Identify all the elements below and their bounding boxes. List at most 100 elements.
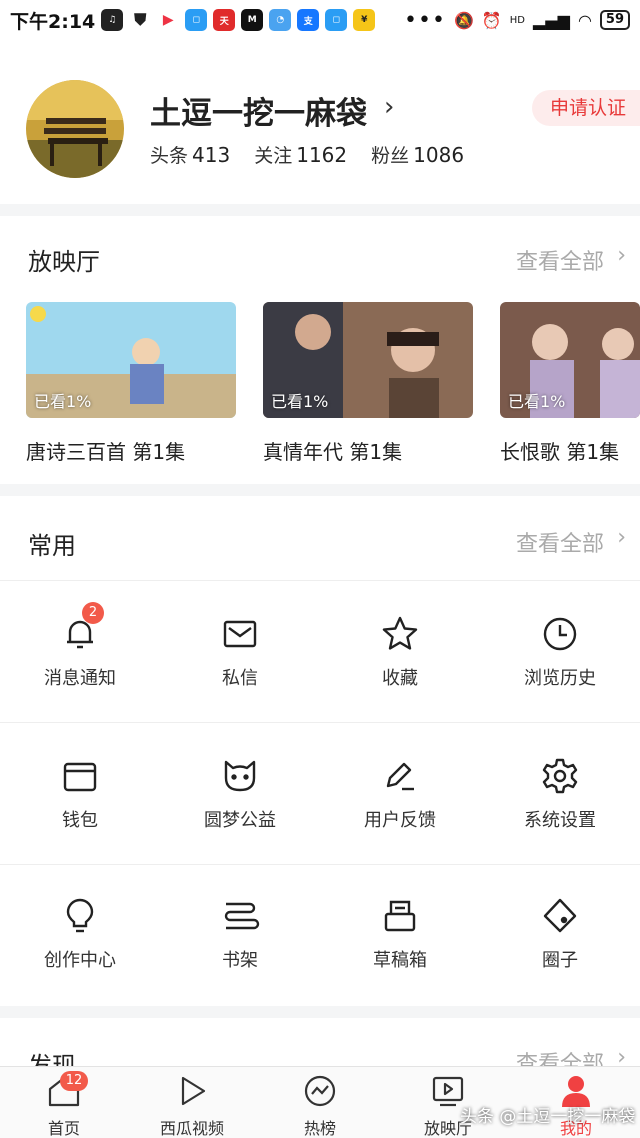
feedback-pen-icon [380, 756, 420, 796]
watch-progress: 已看1% [508, 392, 566, 411]
home-icon: 12 [46, 1071, 88, 1109]
more-notifications-icon: ••• [404, 7, 446, 33]
avatar-bench-image [26, 80, 124, 178]
feedback-item[interactable]: 用户反馈 [320, 756, 480, 832]
watch-progress: 已看1% [34, 392, 92, 411]
status-time: 下午2:14 [10, 10, 96, 33]
video-thumbnail: 已看1% [26, 302, 236, 418]
trending-icon [302, 1073, 338, 1109]
bookshelf-icon [220, 896, 260, 936]
section-title: 常用 [28, 532, 76, 560]
alarm-icon: ⏰ [481, 10, 502, 30]
messages-item[interactable]: 私信 [160, 614, 320, 690]
video-thumbnail: 已看1% [500, 302, 640, 418]
video-thumbnail: 已看1% [263, 302, 473, 418]
section-title: 放映厅 [28, 248, 100, 276]
discover-section: 发现 查看全部 › [0, 1018, 640, 1070]
item-label: 收藏 [382, 668, 418, 689]
signal-icon: ▂▄▆ [533, 10, 570, 30]
username[interactable]: 土逗一挖一麻袋 [150, 88, 367, 133]
item-label: 消息通知 [44, 668, 116, 689]
cinema-section: 放映厅 查看全部 › 已看1% 唐诗三百首 第1集 已看1% 真情年代 第1集 … [0, 216, 640, 484]
common-section: 常用 查看全部 › 2 消息通知 私信 收藏 浏览历史 钱包 圆梦公益 用户反馈… [0, 496, 640, 1006]
avatar[interactable] [26, 80, 124, 178]
item-label: 钱包 [62, 810, 98, 831]
lightbulb-icon [60, 896, 100, 936]
favorites-item[interactable]: 收藏 [320, 614, 480, 690]
item-label: 系统设置 [524, 810, 596, 831]
settings-item[interactable]: 系统设置 [480, 756, 640, 832]
wifi-icon: ◠ [577, 10, 592, 30]
bell-icon: 2 [60, 602, 104, 654]
gear-icon [540, 756, 580, 796]
card-title: 长恨歌 第1集 [500, 440, 620, 464]
watch-progress: 已看1% [271, 392, 329, 411]
star-icon [380, 614, 420, 654]
network-type: HD [509, 14, 526, 26]
stat-following[interactable]: 关注 1162 [254, 141, 347, 168]
play-icon [174, 1073, 210, 1109]
app-notification-icon: ◻ [185, 9, 208, 31]
watermark: 头条 @土逗一挖一麻袋 [460, 1107, 636, 1127]
profile-stats: 头条 413 关注 1162 粉丝 1086 [150, 141, 464, 168]
wallet-item[interactable]: 钱包 [0, 756, 160, 832]
bookshelf-item[interactable]: 书架 [160, 896, 320, 972]
wallet-icon [60, 756, 100, 796]
notifications-item[interactable]: 2 消息通知 [0, 602, 160, 690]
stat-fans[interactable]: 粉丝 1086 [371, 141, 464, 168]
clock-icon [540, 614, 580, 654]
charity-item[interactable]: 圆梦公益 [160, 756, 320, 832]
cinema-card[interactable]: 已看1% 真情年代 第1集 [263, 302, 473, 465]
divider [0, 722, 640, 723]
app-notification-icon: ◔ [269, 9, 292, 31]
tab-label: 首页 [47, 1119, 80, 1138]
chevron-right-icon[interactable]: › [617, 243, 626, 268]
item-label: 圈子 [542, 950, 578, 971]
item-label: 书架 [222, 950, 258, 971]
chevron-right-icon[interactable]: › [384, 92, 394, 122]
shield-icon: ⛊ [129, 9, 152, 31]
battery-icon: 59 [599, 10, 630, 30]
tmall-icon: 天 [213, 9, 236, 31]
stat-posts[interactable]: 头条 413 [150, 141, 230, 168]
view-all-link[interactable]: 查看全部 [516, 244, 604, 276]
notification-badge: 2 [82, 602, 104, 624]
cinema-card[interactable]: 已看1% 唐诗三百首 第1集 [26, 302, 236, 465]
app-notification-icon: ◻ [325, 9, 348, 31]
history-item[interactable]: 浏览历史 [480, 614, 640, 690]
card-title: 真情年代 第1集 [263, 440, 403, 464]
charity-icon [220, 756, 260, 796]
profile-header: 土逗一挖一麻袋 › 头条 413 关注 1162 粉丝 1086 申请认证 [0, 40, 640, 204]
apply-verification-button[interactable]: 申请认证 [532, 90, 640, 126]
item-label: 创作中心 [44, 950, 116, 971]
system-status: ••• 🔕 ⏰ HD ▂▄▆ ◠ 59 [404, 8, 630, 33]
alipay-icon: 支 [297, 9, 320, 31]
tab-xigua-video[interactable]: 西瓜视频 [128, 1073, 256, 1138]
item-label: 用户反馈 [364, 810, 436, 831]
circles-item[interactable]: 圈子 [480, 896, 640, 972]
circle-icon [540, 896, 580, 936]
notification-icons: ♫ ⛊ ▶ ◻ 天 M ◔ 支 ◻ ¥ [101, 9, 376, 31]
app-notification-icon: ♫ [101, 9, 124, 31]
mail-icon [220, 614, 260, 654]
item-label: 私信 [222, 668, 258, 689]
item-label: 圆梦公益 [204, 810, 276, 831]
chevron-right-icon[interactable]: › [617, 525, 626, 550]
tab-trending[interactable]: 热榜 [256, 1073, 384, 1138]
creator-center-item[interactable]: 创作中心 [0, 896, 160, 972]
view-all-link[interactable]: 查看全部 [516, 526, 604, 558]
app-notification-icon: M [241, 9, 264, 31]
cinema-card[interactable]: 已看1% 长恨歌 第1集 [500, 302, 640, 465]
home-badge: 12 [60, 1071, 88, 1091]
mute-bell-icon: 🔕 [453, 10, 474, 30]
draft-box-icon [380, 896, 420, 936]
status-bar: 下午2:14 ♫ ⛊ ▶ ◻ 天 M ◔ 支 ◻ ¥ ••• 🔕 ⏰ HD ▂▄… [0, 0, 640, 40]
drafts-item[interactable]: 草稿箱 [320, 896, 480, 972]
item-label: 草稿箱 [373, 950, 427, 971]
tab-label: 热榜 [303, 1119, 336, 1138]
divider [0, 580, 640, 581]
play-store-icon: ▶ [157, 9, 180, 31]
divider [0, 864, 640, 865]
card-title: 唐诗三百首 第1集 [26, 440, 186, 464]
tab-home[interactable]: 12 首页 [0, 1071, 128, 1138]
